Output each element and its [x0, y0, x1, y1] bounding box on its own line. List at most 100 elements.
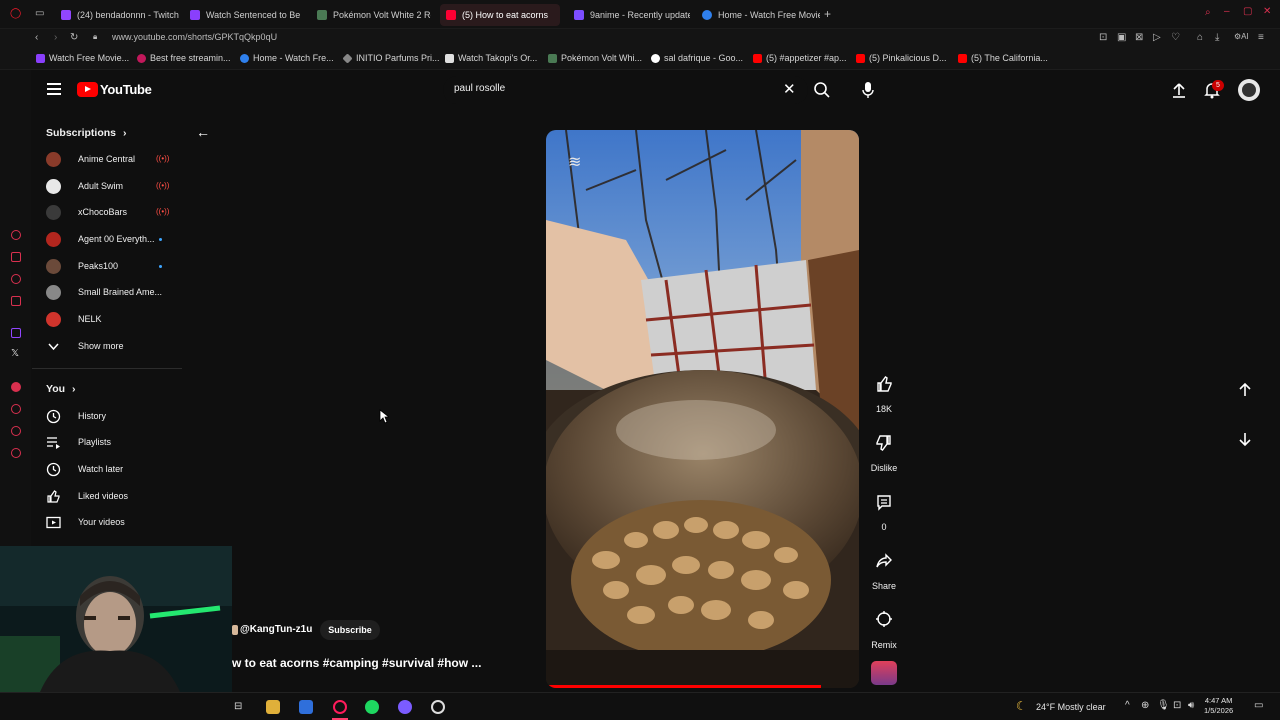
opera-logo-icon[interactable]: ◯	[10, 8, 21, 19]
dislike-icon[interactable]	[870, 429, 898, 457]
weather-status[interactable]: 24°F Mostly clear	[1036, 702, 1106, 712]
mail-icon[interactable]	[11, 296, 21, 306]
search-icon[interactable]	[812, 80, 832, 100]
workspaces-icon[interactable]	[11, 252, 21, 262]
pin-icon[interactable]: ⊡	[1099, 32, 1107, 43]
close-window-icon[interactable]: ✕	[1263, 6, 1271, 17]
you-item-watch-later[interactable]: Watch later	[46, 459, 123, 479]
download-icon[interactable]: ⤓	[1215, 32, 1219, 43]
settings-icon[interactable]	[11, 448, 21, 458]
upload-icon[interactable]	[1169, 80, 1189, 100]
tab-active[interactable]: (5) How to eat acorns	[440, 4, 560, 26]
back-icon[interactable]: ‹	[35, 32, 38, 43]
volume-icon[interactable]: 🔊︎	[1188, 700, 1194, 711]
adblock-icon[interactable]: ⊠	[1135, 32, 1143, 43]
notifications-center-icon[interactable]: ▭	[1254, 700, 1263, 711]
bookmark-3[interactable]: INITIO Parfums Pri...	[342, 52, 440, 64]
microphone-tray-icon[interactable]: 🎙︎	[1157, 700, 1170, 711]
tab-5[interactable]: Home - Watch Free Movie	[696, 4, 820, 26]
tab-2[interactable]: Pokémon Volt White 2 Re	[311, 4, 431, 26]
aria-icon[interactable]	[11, 230, 21, 240]
short-title[interactable]: w to eat acorns #camping #survival #how …	[232, 656, 481, 670]
you-heading[interactable]: You ›	[46, 383, 75, 395]
x-icon[interactable]: 𝕏	[11, 348, 19, 359]
new-tab-icon[interactable]: +	[824, 7, 831, 21]
bookmark-2[interactable]: Home - Watch Fre...	[240, 53, 334, 63]
obs-icon[interactable]	[431, 700, 445, 714]
bookmark-7[interactable]: (5) #appetizer #ap...	[753, 53, 847, 63]
sound-thumbnail[interactable]	[871, 661, 897, 685]
forward-icon[interactable]: ›	[54, 32, 57, 43]
subscription-item[interactable]: NELK	[46, 309, 176, 329]
subscription-item[interactable]: Small Brained Ame...	[46, 282, 176, 302]
back-arrow-icon[interactable]: ←	[196, 124, 210, 140]
discord-icon[interactable]	[398, 700, 412, 714]
next-short-icon[interactable]	[1237, 431, 1253, 447]
site-icon	[317, 10, 327, 20]
channel-name: NELK	[78, 314, 102, 324]
music-icon[interactable]	[11, 382, 21, 392]
bookmark-9[interactable]: (5) The California...	[958, 53, 1048, 63]
subscription-item[interactable]: Agent 00 Everyth...	[46, 229, 176, 249]
reload-icon[interactable]: ↻	[70, 32, 78, 43]
network-icon[interactable]: ⊡	[1173, 700, 1181, 711]
minimize-icon[interactable]: –	[1224, 6, 1230, 17]
snapshot-icon[interactable]: ▣	[1117, 32, 1126, 43]
tab-0[interactable]: (24) bendadonnn - Twitch	[55, 4, 181, 26]
tray-chevron-icon[interactable]: ^	[1125, 700, 1130, 711]
share-icon[interactable]	[870, 547, 898, 575]
maximize-icon[interactable]: ▢	[1243, 6, 1252, 17]
bookmark-1[interactable]: Best free streamin...	[137, 53, 231, 63]
player-icon[interactable]: ▷	[1153, 32, 1161, 43]
tray-app-icon[interactable]: ⊕	[1141, 700, 1149, 711]
file-explorer-icon[interactable]	[266, 700, 280, 714]
previous-short-icon[interactable]	[1237, 382, 1253, 398]
heart-icon[interactable]: ♡	[1171, 32, 1180, 43]
microphone-icon[interactable]	[860, 80, 876, 100]
account-avatar[interactable]	[1238, 79, 1260, 101]
search-tabs-icon[interactable]: ⌕	[1205, 7, 1211, 18]
you-item-liked-videos[interactable]: Liked videos	[46, 486, 128, 506]
tab-4[interactable]: 9anime - Recently update	[568, 4, 690, 26]
wallet-icon[interactable]: ⌂	[1197, 32, 1203, 43]
extensions-icon[interactable]	[11, 426, 21, 436]
guide-menu-button[interactable]	[47, 83, 61, 95]
bookmark-8[interactable]: (5) Pinkalicious D...	[856, 53, 947, 63]
taskbar-clock[interactable]: 4:47 AM 1/5/2026	[1204, 696, 1233, 716]
subscriptions-heading[interactable]: Subscriptions ›	[46, 127, 126, 139]
twitch-icon[interactable]	[11, 328, 21, 338]
tab-overview-icon[interactable]: ▭	[35, 8, 44, 19]
subscription-item[interactable]: Peaks100	[46, 256, 176, 276]
opera-gx-icon[interactable]	[333, 700, 347, 714]
channel-avatar-small[interactable]	[232, 625, 238, 635]
remix-icon[interactable]	[870, 605, 898, 633]
you-item-your-videos[interactable]: Your videos	[46, 512, 125, 532]
tab-1[interactable]: Watch Sentenced to Be a	[184, 4, 302, 26]
store-icon[interactable]	[299, 700, 313, 714]
you-item-playlists[interactable]: Playlists	[46, 432, 111, 452]
youtube-logo-text[interactable]: YouTube	[100, 82, 152, 97]
comments-icon[interactable]	[870, 488, 898, 516]
task-view-icon[interactable]: ⊟	[234, 701, 242, 712]
search-box[interactable]: paul rosolle ✕	[443, 76, 808, 104]
clear-search-icon[interactable]: ✕	[783, 80, 796, 98]
short-channel-name[interactable]: @KangTun-z1u	[240, 624, 312, 635]
video-progress-bar[interactable]	[546, 685, 822, 688]
subscribe-button[interactable]: Subscribe	[320, 620, 380, 640]
ai-icon[interactable]: ⚙AI	[1234, 32, 1249, 41]
messenger-icon[interactable]	[11, 274, 21, 284]
url-field[interactable]: www.youtube.com/shorts/GPKTqQkp0qU	[112, 32, 277, 42]
search-input[interactable]: paul rosolle	[454, 83, 505, 94]
bookmark-5[interactable]: Pokémon Volt Whi...	[548, 53, 642, 63]
history-icon[interactable]	[11, 404, 21, 414]
you-item-history[interactable]: History	[46, 406, 106, 426]
like-icon[interactable]	[870, 370, 898, 398]
bookmark-0[interactable]: Watch Free Movie...	[36, 53, 129, 63]
youtube-logo-icon[interactable]	[77, 82, 98, 97]
menu-icon[interactable]: ≡	[1258, 32, 1264, 43]
bookmark-6[interactable]: sal dafrique - Goo...	[651, 53, 743, 63]
bookmark-4[interactable]: Watch Takopi's Or...	[445, 53, 537, 63]
spotify-icon[interactable]	[365, 700, 379, 714]
short-video-player[interactable]: ≋	[546, 130, 859, 688]
show-more-button[interactable]: Show more	[46, 336, 124, 356]
